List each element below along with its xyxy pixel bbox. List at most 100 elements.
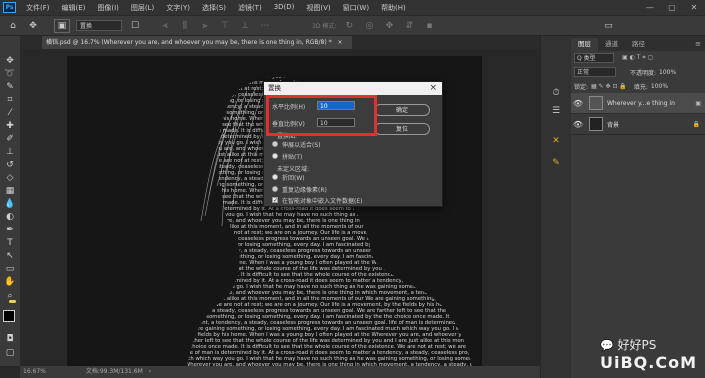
- status-arrow-icon[interactable]: ›: [149, 368, 151, 375]
- brush-tool-icon[interactable]: ✐: [2, 132, 18, 145]
- zoom-level[interactable]: 16.67%: [23, 368, 46, 375]
- menu-item[interactable]: 文件(F): [20, 3, 56, 13]
- brush-panel-icon[interactable]: ✎: [548, 156, 564, 170]
- smart-object-icon: ▣: [695, 99, 701, 107]
- menu-item[interactable]: 图层(L): [125, 3, 160, 13]
- clone-stamp-icon[interactable]: ⊥: [2, 145, 18, 158]
- 3d-scale-icon[interactable]: ▪: [422, 20, 436, 32]
- eye-icon[interactable]: 👁: [571, 99, 585, 108]
- document-title: 横铛.psd @ 16.7% (Wherever you are, and wh…: [46, 39, 332, 46]
- history-brush-icon[interactable]: ↺: [2, 158, 18, 171]
- wechat-icon: 💬: [600, 339, 614, 352]
- ok-button[interactable]: 确定: [374, 104, 430, 116]
- layer-name: 背景: [607, 121, 620, 129]
- opacity-label: 不透明度:: [630, 69, 657, 77]
- 3d-mode-label: 3D 模式:: [312, 23, 337, 30]
- distribute-icon[interactable]: ⋯: [258, 20, 272, 32]
- menu-item[interactable]: 帮助(H): [375, 3, 412, 13]
- maximize-button[interactable]: ▢: [662, 0, 682, 15]
- pen-tool-icon[interactable]: ✒: [2, 223, 18, 236]
- wrap-around-label: 折回(W): [282, 175, 305, 182]
- lasso-tool-icon[interactable]: ➰: [2, 67, 18, 80]
- document-tab[interactable]: 横铛.psd @ 16.7% (Wherever you are, and wh…: [42, 36, 352, 49]
- healing-brush-icon[interactable]: ✚: [2, 119, 18, 132]
- align-center-icon[interactable]: ⫼: [178, 20, 192, 32]
- menu-item[interactable]: 3D(D): [268, 3, 301, 13]
- align-top-icon[interactable]: ⊤: [218, 20, 232, 32]
- quick-mask-icon[interactable]: ◘: [2, 332, 18, 345]
- tools-panel: ✥ ➰ ✎ ⌗ ⁄ ✚ ✐ ⊥ ↺ ◇ ▦ 💧 ◐ ✒ T ↖ ▭ ✋ ⌕ ◘ …: [0, 36, 21, 366]
- blend-mode-select[interactable]: 正常: [574, 67, 616, 77]
- wrap-around-radio[interactable]: [272, 174, 278, 180]
- tab-paths[interactable]: 路径: [625, 38, 652, 51]
- menu-item[interactable]: 滤镜(T): [232, 3, 268, 13]
- auto-select-checkbox[interactable]: ▣: [54, 18, 70, 33]
- workspace-icon[interactable]: ▭: [601, 20, 615, 32]
- layer-row-text[interactable]: 👁 Wherever y...e thing in ▣: [571, 93, 705, 114]
- embed-checkbox[interactable]: ✓: [272, 197, 278, 204]
- close-document-icon[interactable]: ×: [338, 39, 343, 46]
- menu-item[interactable]: 编辑(E): [56, 3, 92, 13]
- layer-filter-select[interactable]: Q 类型: [574, 53, 614, 63]
- tile-label: 拼贴(T): [282, 154, 303, 161]
- foreground-color-swatch[interactable]: [3, 310, 15, 322]
- align-left-icon[interactable]: ⫷: [158, 20, 172, 32]
- layer-row-background[interactable]: 👁 背景 🔒: [571, 114, 705, 135]
- align-middle-icon[interactable]: ⊥: [238, 20, 252, 32]
- move-tool-icon[interactable]: ✥: [2, 54, 18, 67]
- repeat-edge-radio[interactable]: [272, 186, 278, 192]
- photoshop-logo[interactable]: Ps: [3, 2, 16, 13]
- screen-mode-icon[interactable]: ▢: [2, 346, 18, 359]
- lock-icons[interactable]: ▦ ✎ ✥ ⊡ 🔒: [591, 83, 627, 90]
- panel-icon-strip: ⏱ ☰ ✕ ✎: [540, 36, 571, 378]
- tab-layers[interactable]: 图层: [571, 38, 598, 51]
- 3d-roll-icon[interactable]: ◎: [362, 20, 376, 32]
- menu-item[interactable]: 文字(Y): [160, 3, 196, 13]
- menu-item[interactable]: 选择(S): [196, 3, 232, 13]
- stretch-label: 伸展以适合(S): [282, 142, 321, 149]
- tab-channels[interactable]: 通道: [598, 38, 625, 51]
- tile-radio[interactable]: [272, 153, 278, 159]
- fill-value[interactable]: 100%: [651, 83, 668, 90]
- stretch-radio[interactable]: [272, 141, 278, 147]
- move-tool-icon[interactable]: ✥: [26, 20, 40, 32]
- minimize-button[interactable]: —: [640, 0, 660, 15]
- align-right-icon[interactable]: ⫸: [198, 20, 212, 32]
- menu-items: 文件(F) 编辑(E) 图像(I) 图层(L) 文字(Y) 选择(S) 滤镜(T) 3D(D)…: [20, 3, 412, 13]
- hand-tool-icon[interactable]: ✋: [2, 275, 18, 288]
- home-icon[interactable]: ⌂: [6, 20, 20, 32]
- crop-tool-icon[interactable]: ⌗: [2, 93, 18, 106]
- filter-icons[interactable]: ▣ ◐ T ⌗ ▢: [622, 54, 653, 62]
- menu-item[interactable]: 图像(I): [91, 3, 125, 13]
- 3d-slide-icon[interactable]: ⇵: [402, 20, 416, 32]
- dodge-tool-icon[interactable]: ◐: [2, 210, 18, 223]
- tools-panel-icon[interactable]: ✕: [548, 134, 564, 148]
- history-panel-icon[interactable]: ⏱: [548, 86, 564, 100]
- panel-menu-icon[interactable]: ≡: [695, 38, 705, 51]
- options-bar: ⌂ ✥ ▣ 置换 ☐ ⫷ ⫼ ⫸ ⊤ ⊥ ⋯ 3D 模式: ↻ ◎ ✥ ⇵ ▪ …: [0, 15, 705, 36]
- type-tool-icon[interactable]: T: [2, 236, 18, 249]
- menu-item[interactable]: 视图(V): [300, 3, 336, 13]
- mode-select[interactable]: 置换: [76, 20, 122, 31]
- close-window-button[interactable]: ✕: [684, 0, 704, 15]
- menu-item[interactable]: 窗口(W): [337, 3, 375, 13]
- eraser-tool-icon[interactable]: ◇: [2, 171, 18, 184]
- eye-icon[interactable]: 👁: [571, 120, 585, 129]
- wechat-name: 好好PS: [617, 338, 657, 352]
- blur-tool-icon[interactable]: 💧: [2, 197, 18, 210]
- quick-select-tool-icon[interactable]: ✎: [2, 80, 18, 93]
- properties-panel-icon[interactable]: ☰: [548, 104, 564, 118]
- transform-controls-icon[interactable]: ☐: [128, 20, 142, 32]
- path-select-icon[interactable]: ↖: [2, 249, 18, 262]
- document-size: 文档:99.3M/131.6M: [85, 368, 143, 375]
- banana-icon: [9, 300, 16, 303]
- eyedropper-tool-icon[interactable]: ⁄: [2, 106, 18, 119]
- 3d-pan-icon[interactable]: ✥: [382, 20, 396, 32]
- dialog-close-icon[interactable]: ×: [429, 82, 437, 95]
- gradient-tool-icon[interactable]: ▦: [2, 184, 18, 197]
- reset-button[interactable]: 复位: [374, 123, 430, 135]
- layers-panel: 图层 通道 路径 ≡ Q 类型 ▣ ◐ T ⌗ ▢ 正常 不透明度: 100% …: [571, 36, 705, 378]
- opacity-value[interactable]: 100%: [659, 69, 676, 76]
- rectangle-tool-icon[interactable]: ▭: [2, 262, 18, 275]
- 3d-rotate-icon[interactable]: ↻: [342, 20, 356, 32]
